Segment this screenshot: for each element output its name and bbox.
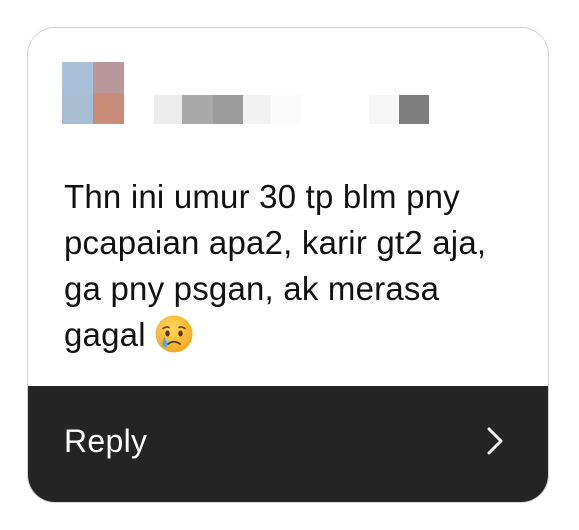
message-card: Thn ini umur 30 tp blm pny pcapaian apa2… [27,27,549,503]
reply-label: Reply [64,422,148,459]
message-text: Thn ini umur 30 tp blm pny pcapaian apa2… [64,174,524,358]
reply-button[interactable]: Reply [28,386,548,502]
avatar [62,62,124,124]
chevron-right-icon [487,427,503,455]
message-body: Thn ini umur 30 tp blm pny pcapaian apa2… [64,178,487,353]
crying-face-emoji [155,315,193,353]
message-header [28,28,548,138]
